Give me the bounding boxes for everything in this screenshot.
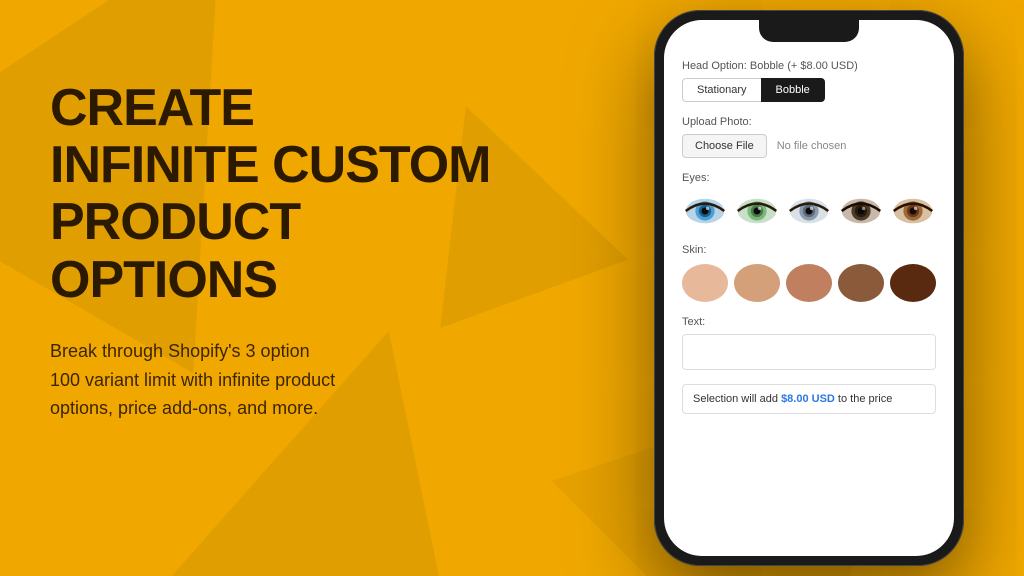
head-option-label: Head Option: Bobble (+ $8.00 USD) — [682, 60, 936, 72]
skin-swatch-2[interactable] — [734, 264, 780, 302]
price-notice: Selection will add $8.00 USD to the pric… — [682, 384, 936, 414]
eye-swatch-gray[interactable] — [786, 192, 832, 230]
eye-swatch-brown[interactable] — [890, 192, 936, 230]
phone-notch — [759, 20, 859, 42]
headline-line1: CREATE — [50, 80, 530, 137]
phone-screen: Head Option: Bobble (+ $8.00 USD) Statio… — [664, 20, 954, 556]
headline-line2: INFINITE CUSTOM — [50, 137, 530, 194]
skin-row — [682, 264, 936, 302]
subtext: Break through Shopify's 3 option 100 var… — [50, 337, 530, 423]
skin-swatch-5[interactable] — [890, 264, 936, 302]
choose-file-button[interactable]: Choose File — [682, 134, 767, 158]
eye-swatch-blue[interactable] — [682, 192, 728, 230]
toggle-group: Stationary Bobble — [682, 78, 936, 102]
text-label: Text: — [682, 316, 936, 328]
price-notice-prefix: Selection will add — [693, 393, 781, 405]
eyes-row — [682, 192, 936, 230]
text-input[interactable] — [682, 334, 936, 370]
skin-swatch-4[interactable] — [838, 264, 884, 302]
left-section: CREATE INFINITE CUSTOM PRODUCT OPTIONS B… — [50, 80, 530, 423]
phone-content: Head Option: Bobble (+ $8.00 USD) Statio… — [664, 20, 954, 556]
toggle-bobble[interactable]: Bobble — [761, 78, 825, 102]
skin-swatch-1[interactable] — [682, 264, 728, 302]
headline: CREATE INFINITE CUSTOM PRODUCT OPTIONS — [50, 80, 530, 309]
price-notice-suffix: to the price — [835, 393, 892, 405]
toggle-stationary[interactable]: Stationary — [682, 78, 761, 102]
no-file-text: No file chosen — [777, 140, 847, 152]
eye-swatch-dark[interactable] — [838, 192, 884, 230]
upload-label: Upload Photo: — [682, 116, 936, 128]
headline-line3: PRODUCT OPTIONS — [50, 194, 530, 308]
price-highlight: $8.00 USD — [781, 393, 835, 405]
eyes-label: Eyes: — [682, 172, 936, 184]
eye-swatch-green[interactable] — [734, 192, 780, 230]
skin-swatch-3[interactable] — [786, 264, 832, 302]
phone-mockup: Head Option: Bobble (+ $8.00 USD) Statio… — [654, 10, 964, 566]
skin-label: Skin: — [682, 244, 936, 256]
upload-row: Choose File No file chosen — [682, 134, 936, 158]
phone-outer: Head Option: Bobble (+ $8.00 USD) Statio… — [654, 10, 964, 566]
